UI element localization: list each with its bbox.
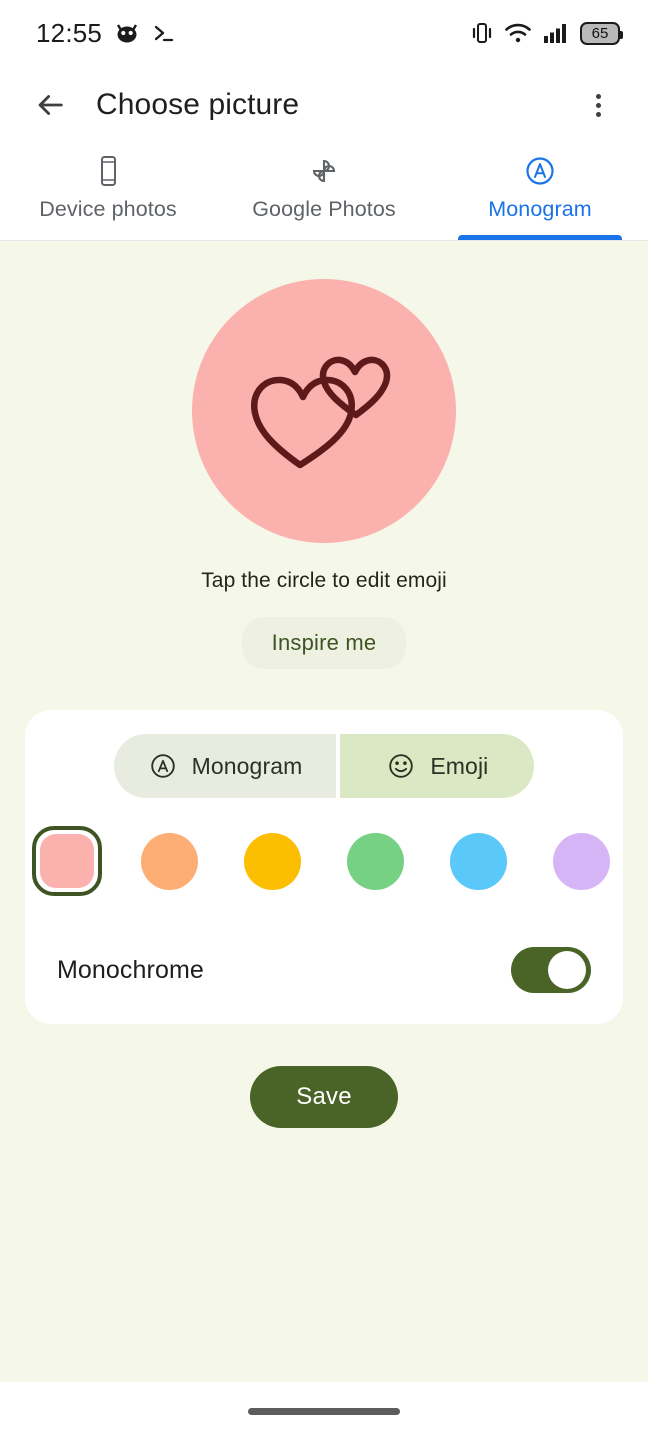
save-button[interactable]: Save: [250, 1066, 398, 1128]
swatch-fill: [347, 832, 404, 890]
segment-label: Monogram: [191, 752, 303, 779]
tab-label: Monogram: [488, 197, 592, 221]
options-card: Monogram Emoji Monochrome: [25, 710, 623, 1024]
main-content: Tap the circle to edit emoji Inspire me …: [0, 241, 648, 1382]
back-button[interactable]: [24, 79, 76, 131]
tab-google-photos[interactable]: Google Photos: [216, 144, 432, 240]
emoji-avatar-preview[interactable]: [192, 279, 456, 543]
color-swatch-orange[interactable]: [135, 826, 205, 896]
color-swatch-blue[interactable]: [444, 826, 514, 896]
status-clock: 12:55: [36, 17, 103, 48]
swatch-selected-ring: [31, 826, 102, 896]
segment-emoji[interactable]: Emoji: [340, 734, 535, 798]
smiley-face-icon: [389, 754, 414, 778]
monogram-a-icon: [150, 754, 175, 778]
cell-signal-icon: [544, 24, 566, 43]
monogram-a-icon: [522, 151, 558, 191]
segmented-control: Monogram Emoji: [25, 734, 623, 798]
color-swatch-purple[interactable]: [547, 826, 617, 896]
inspire-me-button[interactable]: Inspire me: [241, 617, 407, 669]
status-bar-left: 12:55: [36, 18, 176, 49]
color-swatch-yellow[interactable]: [238, 826, 308, 896]
cat-icon: [117, 24, 138, 43]
arrow-back-icon: [38, 95, 63, 115]
home-indicator[interactable]: [248, 1407, 400, 1415]
battery-level-label: 65: [591, 24, 609, 42]
tab-monogram[interactable]: Monogram: [432, 144, 648, 240]
swatch-fill: [141, 832, 198, 890]
tab-bar: Device photos Google Photos Monogram: [0, 144, 648, 241]
monochrome-row: Monochrome: [25, 916, 623, 1024]
monochrome-toggle[interactable]: [511, 947, 591, 993]
phone-screen: 12:55 65 Choose picture Device photos Go…: [0, 0, 648, 1440]
monochrome-label: Monochrome: [57, 955, 204, 984]
two-hearts-icon: [251, 356, 391, 469]
color-swatch-pink[interactable]: [31, 826, 102, 896]
status-bar-right: 65: [471, 21, 623, 45]
dot: [595, 102, 601, 108]
terminal-icon: [154, 25, 174, 42]
swatch-fill: [450, 832, 507, 890]
avatar-preview-wrap: [192, 279, 456, 543]
status-bar: 12:55 65: [0, 0, 648, 66]
tab-active-indicator: [457, 235, 623, 240]
edit-emoji-hint: Tap the circle to edit emoji: [201, 569, 447, 592]
app-bar: Choose picture: [0, 66, 648, 144]
pinwheel-icon: [306, 151, 342, 191]
toggle-knob: [548, 951, 586, 989]
segment-label: Emoji: [430, 752, 489, 779]
phone-icon: [93, 151, 123, 191]
segment-monogram[interactable]: Monogram: [113, 734, 337, 798]
color-swatch-row: [25, 826, 623, 902]
tab-label: Device photos: [39, 197, 177, 221]
dot: [595, 93, 601, 99]
swatch-fill: [553, 832, 610, 890]
color-swatch-green[interactable]: [341, 826, 411, 896]
vibrate-icon: [472, 23, 492, 43]
battery-icon: 65: [580, 21, 623, 45]
swatch-fill: [244, 832, 301, 890]
wifi-icon: [505, 23, 531, 43]
system-nav-bar: [0, 1382, 648, 1440]
tab-label: Google Photos: [252, 197, 396, 221]
more-vert-icon[interactable]: [574, 81, 622, 129]
tab-device-photos[interactable]: Device photos: [0, 144, 216, 240]
page-title: Choose picture: [96, 88, 300, 121]
dot: [595, 111, 601, 117]
